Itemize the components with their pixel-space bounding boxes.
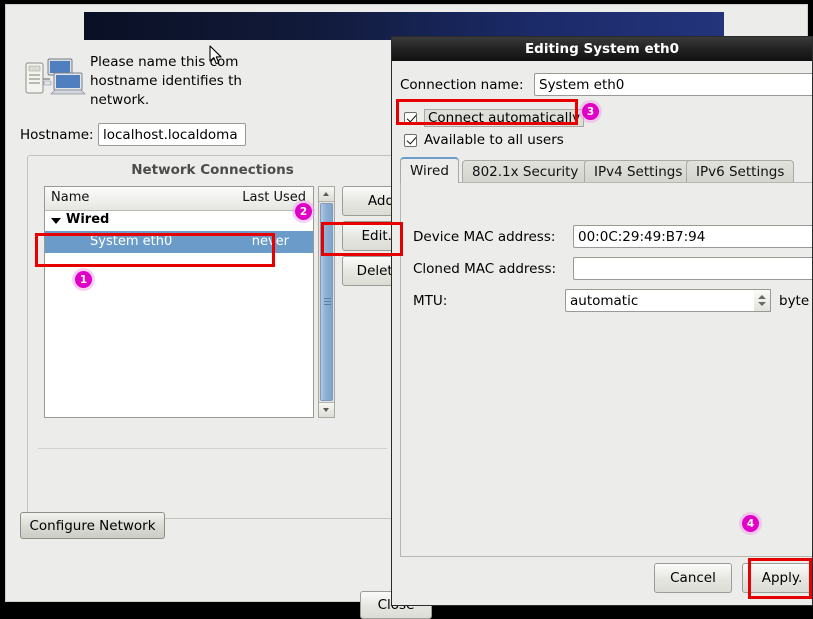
badge-4: 4 <box>742 515 759 532</box>
dialog-title-text: Editing System eth0 <box>524 41 680 57</box>
column-header-last-used[interactable]: Last Used <box>242 190 306 205</box>
group-row-wired[interactable]: Wired <box>45 211 313 231</box>
group-label: Wired <box>66 212 110 227</box>
device-mac-input[interactable] <box>573 225 812 248</box>
connections-list[interactable]: Name Last Used Wired System eth0 never <box>44 186 314 418</box>
cancel-button[interactable]: Cancel <box>654 563 732 593</box>
connection-last-used: never <box>251 234 289 249</box>
cloned-mac-input[interactable] <box>573 257 812 280</box>
hostname-pane: Please name this com hostname identifies… <box>6 41 432 619</box>
tab-wired[interactable]: Wired <box>400 157 459 183</box>
available-to-all-users-label: Available to all users <box>424 132 564 148</box>
hostname-label: Hostname: <box>20 127 94 143</box>
settings-tabs: Wired 802.1x Security IPv4 Settings IPv6… <box>400 157 812 183</box>
scroll-up-arrow-icon[interactable] <box>319 187 334 202</box>
network-computers-icon <box>25 58 86 95</box>
cloned-mac-row: Cloned MAC address: <box>413 257 812 281</box>
tab-ipv6-settings[interactable]: IPv6 Settings <box>686 160 795 183</box>
expander-triangle-icon[interactable] <box>51 218 61 224</box>
mtu-unit-label: byte <box>779 293 810 309</box>
apply-button[interactable]: Apply. <box>742 563 812 593</box>
connections-scrollbar[interactable] <box>318 186 335 418</box>
configure-network-button[interactable]: Configure Network <box>20 512 165 539</box>
device-mac-label: Device MAC address: <box>413 229 556 245</box>
connect-automatically-label: Connect automatically <box>424 109 585 127</box>
column-header-name[interactable]: Name <box>51 190 89 205</box>
badge-1: 1 <box>75 271 92 288</box>
connections-list-header: Name Last Used <box>45 187 313 211</box>
scroll-down-arrow-icon[interactable] <box>319 402 334 417</box>
cloned-mac-label: Cloned MAC address: <box>413 261 557 277</box>
badge-2: 2 <box>295 203 312 220</box>
connection-name-label: Connection name: <box>400 77 524 93</box>
network-connections-panel: Network Connections Name Last Used Wired… <box>27 155 432 619</box>
wired-tab-panel: Device MAC address: Cloned MAC address: … <box>400 182 812 557</box>
connection-name-input[interactable] <box>534 73 812 96</box>
connect-automatically-checkbox[interactable]: Connect automatically <box>404 109 585 127</box>
mouse-cursor-icon <box>209 45 222 65</box>
panel-divider <box>38 448 387 449</box>
mtu-row: MTU: byte <box>413 289 812 313</box>
intro-text: Please name this com hostname identifies… <box>90 54 242 108</box>
connection-name: System eth0 <box>90 234 173 249</box>
hostname-input[interactable] <box>98 123 246 146</box>
badge-3: 3 <box>582 103 599 120</box>
device-mac-row: Device MAC address: <box>413 225 812 249</box>
checkbox-checked-icon[interactable] <box>404 133 417 147</box>
checkbox-checked-icon[interactable] <box>404 111 417 125</box>
network-connections-title: Network Connections <box>131 162 294 178</box>
tab-ipv4-settings[interactable]: IPv4 Settings <box>584 160 693 183</box>
connection-row-system-eth0[interactable]: System eth0 never <box>45 231 313 253</box>
mtu-label: MTU: <box>413 293 448 309</box>
available-to-all-users-checkbox[interactable]: Available to all users <box>404 131 564 149</box>
stepper-down-icon[interactable] <box>758 302 766 306</box>
scrollbar-grip-icon <box>324 298 331 306</box>
dialog-titlebar: Editing System eth0 <box>392 37 812 61</box>
mtu-stepper[interactable] <box>754 289 771 312</box>
dialog-buttons: Cancel Apply. <box>392 563 812 595</box>
tab-8021x-security[interactable]: 802.1x Security <box>462 160 589 183</box>
stepper-up-icon[interactable] <box>758 295 766 299</box>
scrollbar-thumb[interactable] <box>320 203 333 401</box>
mtu-input[interactable] <box>565 289 771 312</box>
hostname-row: Hostname: <box>20 123 380 147</box>
connection-name-row: Connection name: <box>400 73 812 97</box>
